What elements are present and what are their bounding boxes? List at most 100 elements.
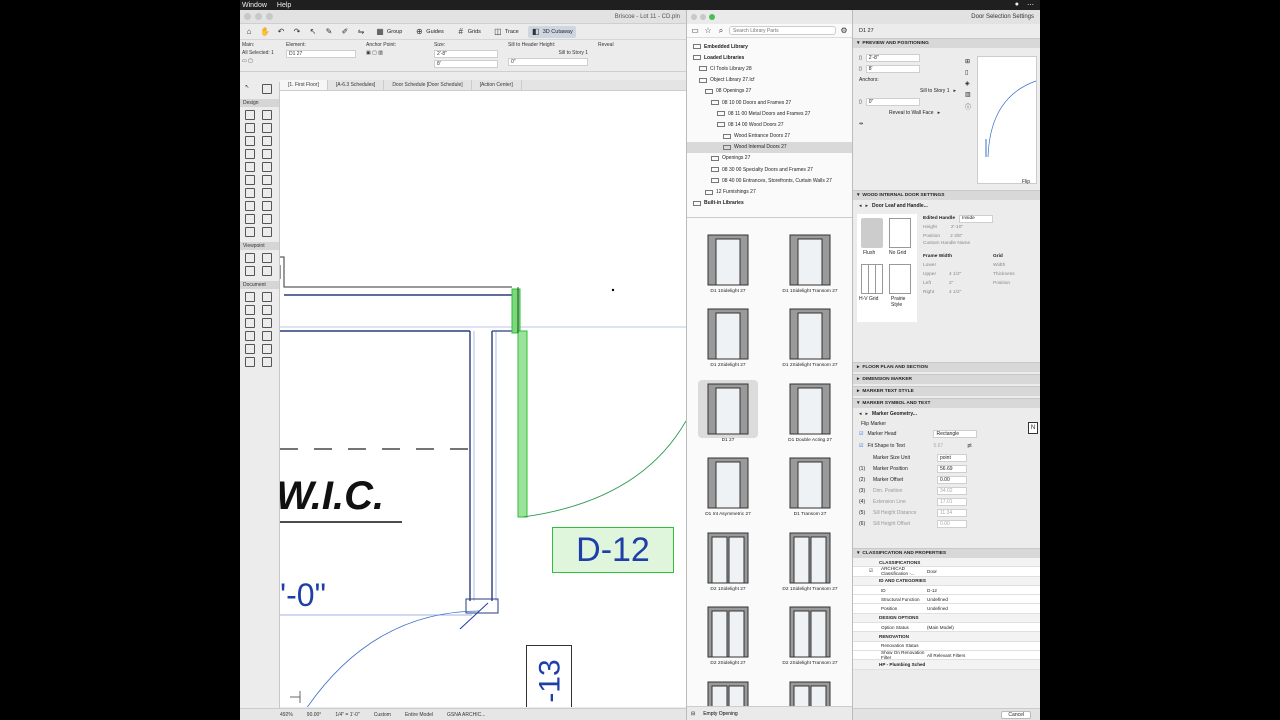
morph-tool[interactable] [245,214,255,224]
library-part-item[interactable]: D1 Transom 27 [769,446,851,521]
label-tool[interactable] [262,305,272,315]
prev-page-icon[interactable]: ◂ [859,203,862,209]
window-close-button[interactable] [244,13,251,20]
sill-story-dropdown[interactable]: Sill to Story 1 [508,50,588,56]
sill-field[interactable]: 0" [508,58,588,66]
sill-value-field[interactable]: 0" [865,97,920,106]
library-search-input[interactable] [729,26,836,35]
library-part-item[interactable]: D1 Double Acting 27 [769,371,851,446]
edited-handle-dropdown[interactable]: Inside [958,214,993,223]
reveal-dropdown[interactable]: Reveal to Wall Face [889,110,934,116]
property-row[interactable]: Option Status (Main Model) [853,623,1040,633]
property-row[interactable]: ID D-12 [853,585,1040,596]
group-button[interactable]: ▦ Group [372,26,405,38]
library-tree-item[interactable]: CI Tools Library 28 [687,63,852,74]
level-dimension-tool[interactable] [262,292,272,302]
pointer-icon[interactable]: ↖ [308,27,318,37]
mirror-icon[interactable]: ⇋ [356,27,366,37]
redo-icon[interactable]: ↷ [292,27,302,37]
marker-geometry-nav[interactable]: Marker Geometry... [872,411,917,417]
section-tool[interactable] [245,253,255,263]
tab-action-center[interactable]: [Action Center] [472,80,522,90]
library-tree-item[interactable]: Loaded Libraries [687,52,852,63]
hotspot-tool[interactable] [262,344,272,354]
marker-head-checkbox[interactable]: ☑ [859,431,863,437]
door-tag[interactable]: D-12 [552,527,674,573]
height-field[interactable]: 8' [434,60,498,68]
marker-value-field[interactable]: point [937,453,967,462]
roof-tool[interactable] [245,162,255,172]
property-category[interactable]: DESIGN OPTIONS [853,613,1040,624]
fill-tool[interactable] [245,318,255,328]
worksheet-tool[interactable] [262,266,272,276]
tab-first-floor[interactable]: [1. First Floor] [280,80,328,90]
menu-window[interactable]: Window [242,2,267,9]
flip-button[interactable]: Flip [1022,179,1030,185]
favorites-icon[interactable]: ☆ [703,26,713,36]
hv-grid-style[interactable] [861,264,883,294]
next-page-icon[interactable]: ▸ [866,411,869,417]
property-row[interactable]: Structural Function Undefined [853,595,1040,605]
stair-tool[interactable] [245,149,255,159]
text-tool[interactable] [245,305,255,315]
column-tool[interactable] [245,123,255,133]
wall-end-tool[interactable] [262,227,272,237]
library-tree-item[interactable]: Wood Internal Doors 27 [687,141,852,153]
library-tree-item[interactable]: Built-in Libraries [687,198,852,209]
library-part-item[interactable]: D1 2Sidelight Transom 27 [769,297,851,372]
door-preview[interactable]: Flip [977,56,1037,185]
marker-value-field[interactable]: 34.02 [937,486,967,495]
cancel-button[interactable]: Cancel [1001,710,1031,719]
library-tree-item[interactable]: 12 Furnishings 27 [687,186,852,197]
trace-button[interactable]: ◫ Trace [490,26,522,38]
corner-window-tool[interactable] [245,227,255,237]
library-part-item[interactable]: D1 2Sidelight 27 [687,297,769,372]
record-icon[interactable]: ● [1015,1,1019,9]
library-part-item[interactable]: D1 1Sidelight 27 [687,222,769,297]
window-minimize-button[interactable] [255,13,262,20]
prev-page-icon[interactable]: ◂ [859,411,862,417]
preview-section-header[interactable]: ▾ PREVIEW AND POSITIONING [853,38,1040,48]
plan-view-icon[interactable]: ⊞ [965,58,971,65]
drawing-tool[interactable] [262,357,272,367]
info-icon[interactable]: ⓘ [965,102,971,111]
library-part-item[interactable]: D2 1Sidelight Transom 27 [769,520,851,595]
library-tree-item[interactable]: 08 40 00 Entrances, Storefronts, Curtain… [687,175,852,186]
wall-tool[interactable] [245,110,255,120]
no-grid-style[interactable] [889,218,911,248]
elevation-tool[interactable] [262,253,272,263]
sill-story-dropdown[interactable]: Sill to Story 1 [920,88,949,94]
menu-help[interactable]: Help [277,2,291,9]
property-row[interactable]: ☑ ARCHICAD Classification -... Door [853,566,1040,577]
dialog-minimize-button[interactable] [700,14,706,20]
element-field[interactable]: D1 27 [286,50,356,58]
dialog-close-button[interactable] [691,14,697,20]
window-zoom-button[interactable] [266,13,273,20]
prairie-style[interactable] [889,264,911,294]
property-row[interactable]: Show On Renovation Filter All Relevant Fi… [853,650,1040,661]
library-part-item[interactable]: D1 27 [687,371,769,446]
marker-value-field[interactable]: 0.00 [937,475,967,484]
circle-tool[interactable] [245,331,255,341]
detail-tool[interactable] [245,266,255,276]
checkbox-icon[interactable]: ☑ [869,568,873,574]
library-part-item[interactable]: D2 1Sidelight 27 [687,520,769,595]
floor-plan-canvas[interactable]: W.I.C. '-0" D-12 -13 [280,91,686,707]
library-part-item[interactable]: D1 1Sidelight Transom 27 [769,222,851,297]
marker-head-dropdown[interactable]: Rectangle [933,430,978,438]
figure-tool[interactable] [245,357,255,367]
empty-opening-button[interactable]: Empty Opening [703,711,737,717]
flush-style[interactable] [861,218,883,248]
guides-button[interactable]: ⊕ Guides [411,26,446,38]
preview-width-field[interactable]: 2'-8" [865,53,920,62]
polyline-tool[interactable] [262,331,272,341]
library-tree-item[interactable]: 08 11 00 Metal Doors and Frames 27 [687,108,852,119]
tab-door-schedule[interactable]: Door Schedule [Door Schedule] [384,80,472,90]
toolbox-viewpoint-section[interactable]: Viewpoint [240,242,279,250]
scale-value[interactable]: 1/4" = 1'-0" [335,712,359,718]
property-category[interactable]: RENOVATION [853,632,1040,642]
spline-tool[interactable] [245,344,255,354]
width-field[interactable]: 2'-8" [434,50,498,58]
window-tool[interactable] [262,136,272,146]
library-tree-item[interactable]: Object Library 27.lcf [687,75,852,86]
